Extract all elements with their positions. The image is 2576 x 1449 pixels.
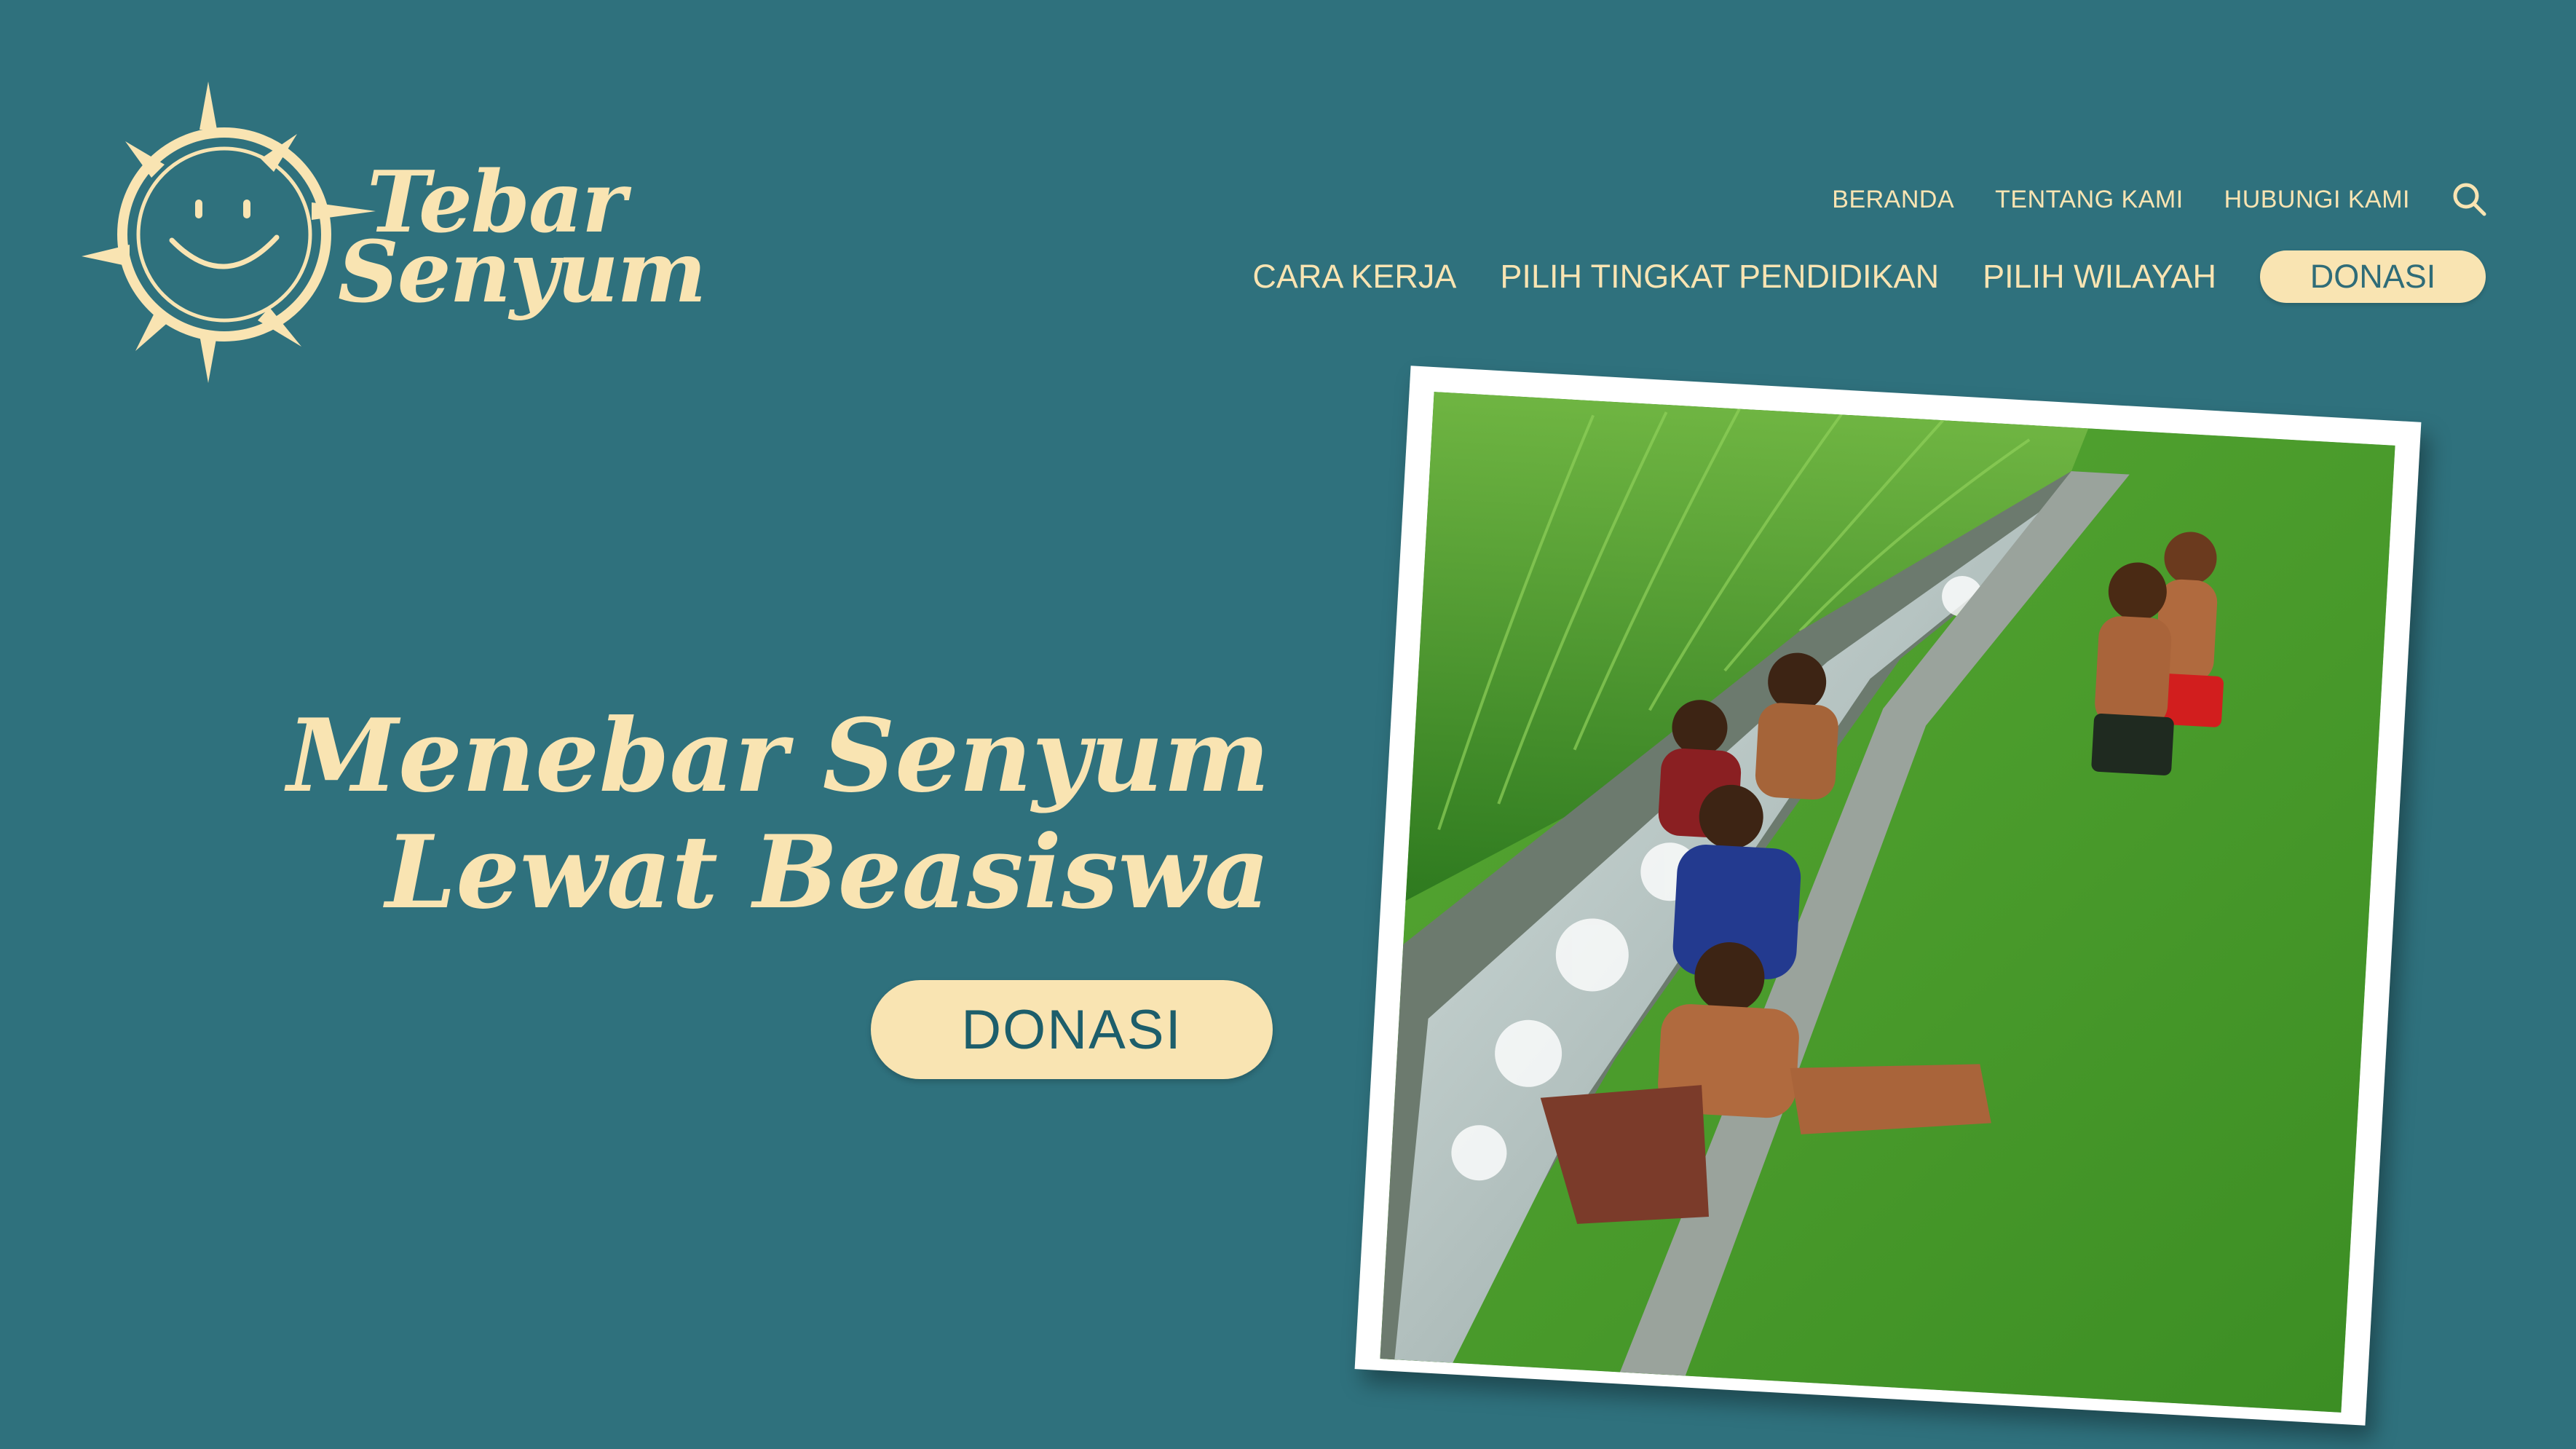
hero-title-line2: Lewat Beasiswa: [385, 813, 1270, 931]
primary-nav: CARA KERJA PILIH TINGKAT PENDIDIKAN PILI…: [1252, 250, 2486, 303]
nav-pilih-tingkat-pendidikan[interactable]: PILIH TINGKAT PENDIDIKAN: [1500, 258, 1939, 296]
nav-pilih-wilayah[interactable]: PILIH WILAYAH: [1983, 258, 2216, 296]
nav-donate-button[interactable]: DONASI: [2260, 250, 2486, 303]
nav-tentang-kami[interactable]: TENTANG KAMI: [1995, 186, 2184, 214]
children-playing-photo: [1380, 392, 2395, 1413]
nav-cara-kerja[interactable]: CARA KERJA: [1252, 258, 1456, 296]
hero-title: Menebar Senyum Lewat Beasiswa: [287, 698, 1270, 931]
brand-logo[interactable]: Tebar Senyum: [79, 76, 706, 389]
nav-beranda[interactable]: BERANDA: [1832, 186, 1954, 214]
hero-photo-frame: [1354, 366, 2422, 1426]
search-icon[interactable]: [2451, 181, 2489, 218]
logo-wordmark-line2: Senyum: [338, 223, 706, 322]
hero-photo: [1380, 392, 2395, 1413]
secondary-nav: BERANDA TENTANG KAMI HUBUNGI KAMI: [1832, 181, 2489, 218]
hero-donate-button[interactable]: DONASI: [871, 980, 1273, 1079]
hero-title-line1: Menebar Senyum: [287, 696, 1270, 815]
nav-hubungi-kami[interactable]: HUBUNGI KAMI: [2224, 186, 2410, 214]
